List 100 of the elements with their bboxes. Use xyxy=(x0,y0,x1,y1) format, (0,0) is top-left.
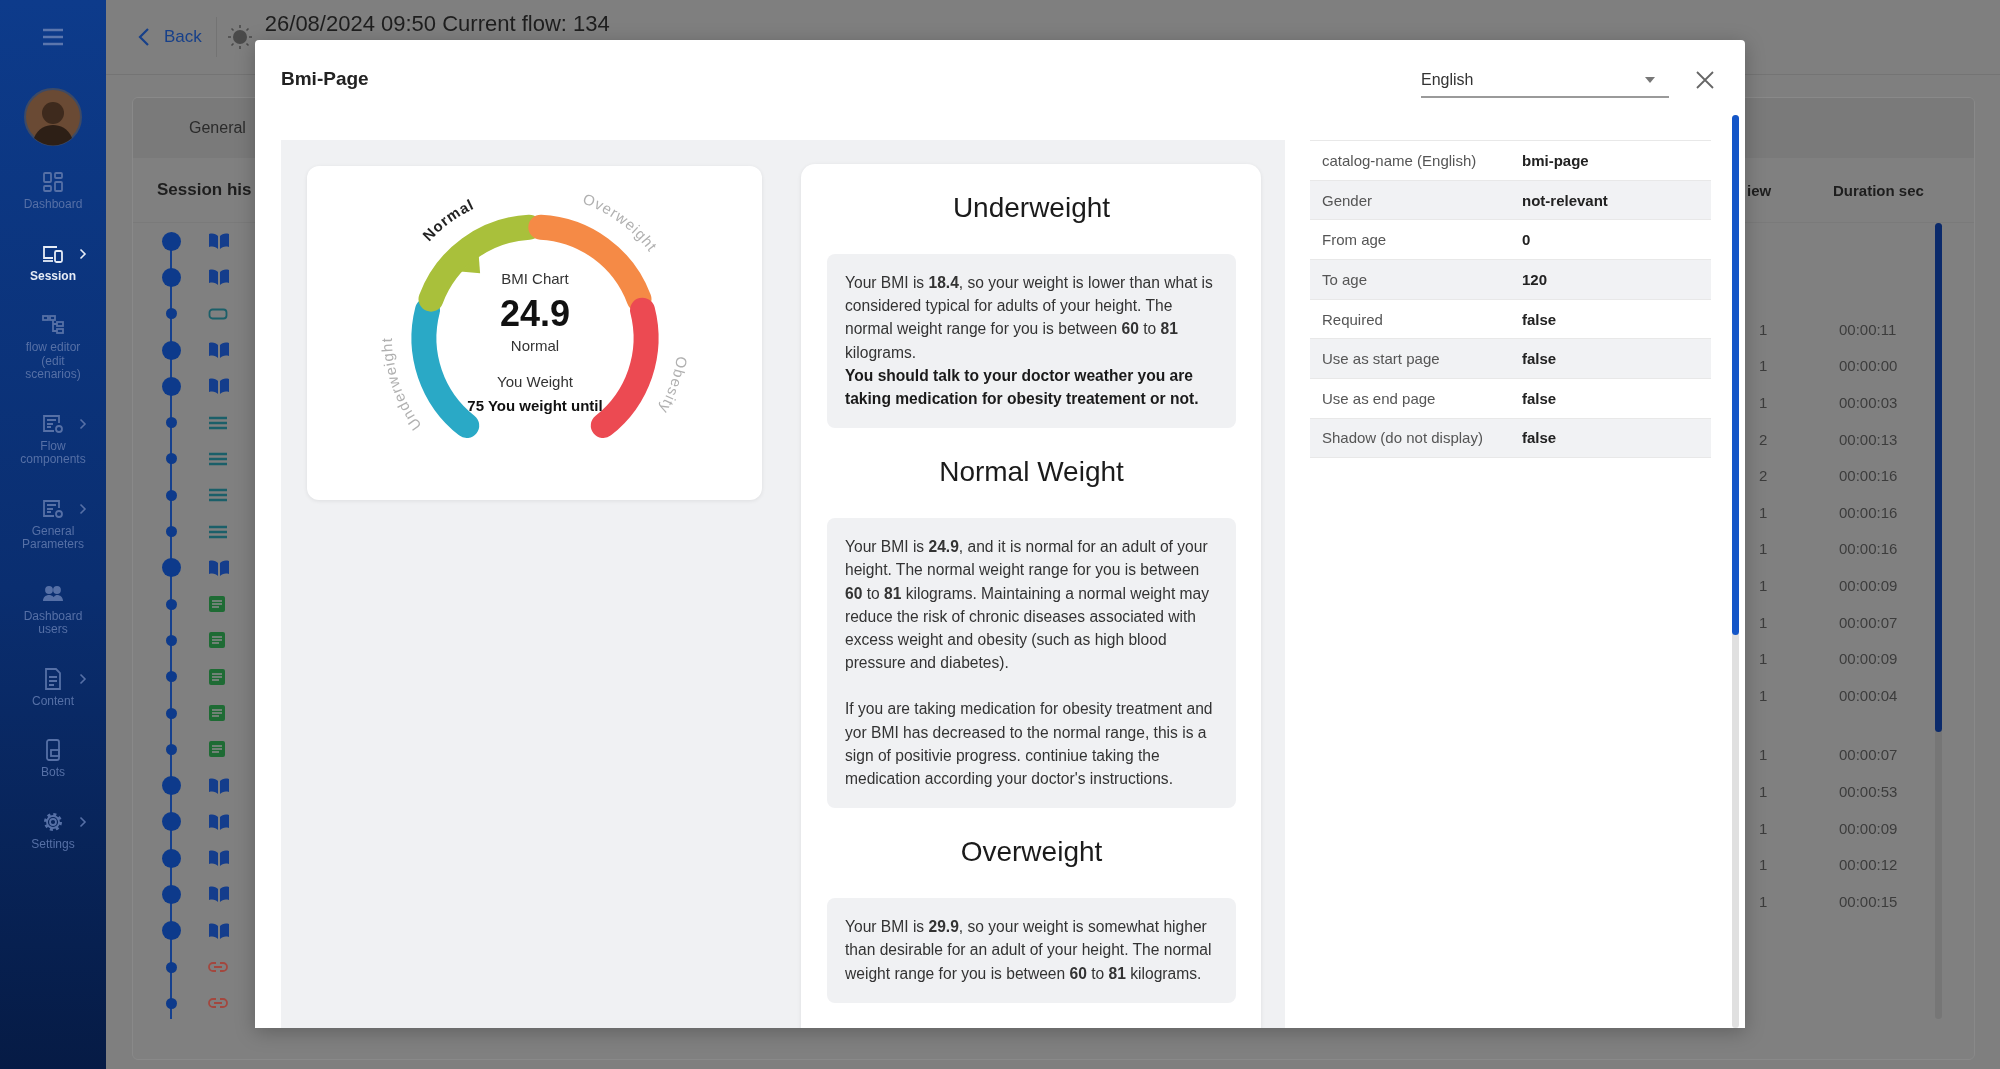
property-label: Gender xyxy=(1321,191,1374,209)
table-cell-text: 00:00:09 xyxy=(1838,650,1899,668)
table-cell-text: 00:00:09 xyxy=(1838,819,1899,837)
column-header: Duration sec xyxy=(1833,181,1925,199)
back-button[interactable]: Back xyxy=(138,27,202,47)
property-value: 0 xyxy=(1522,231,1531,249)
list-icon xyxy=(208,488,228,503)
table-cell-text: 1 xyxy=(1758,357,1769,375)
sidebar-item[interactable]: Session xyxy=(3,231,103,293)
section-heading: Normal Weight xyxy=(938,455,1125,490)
table-cell-text: 00:00:11 xyxy=(1838,320,1898,338)
property-label: Shadow (do not display) xyxy=(1321,429,1484,447)
paragraph: Your BMI is 29.9, so your weight is somewhat higher than desirable for an adult of your height. The normal weight range for you is between 60 to 81 kilograms. xyxy=(845,917,1213,984)
table-cell-text: 00:00:07 xyxy=(1838,613,1899,631)
section-heading: Underweight xyxy=(951,191,1112,225)
list-icon xyxy=(208,451,228,466)
chart-title: BMI Chart xyxy=(501,270,569,287)
table-cell-text: 1 xyxy=(1758,819,1769,837)
general-tab[interactable]: General xyxy=(179,111,256,145)
table-cell-text: 00:00:03 xyxy=(1838,394,1899,411)
book-icon xyxy=(208,921,230,940)
book-icon xyxy=(208,776,230,795)
menu-icon[interactable] xyxy=(41,27,65,47)
paragraph: You should talk to your doctor weather you are taking medication for obesity treatement or not. xyxy=(845,365,1200,409)
scrollbar[interactable] xyxy=(1732,115,1739,1028)
property-value: false xyxy=(1522,310,1557,328)
caret-icon xyxy=(1645,77,1655,83)
property-value: not-relevant xyxy=(1522,191,1608,209)
avatar[interactable] xyxy=(24,88,82,146)
table-cell-text: 1 xyxy=(1758,782,1769,800)
weight-label: You Weight xyxy=(497,373,573,390)
table-cell-text: 1 xyxy=(1758,686,1769,704)
paragraph: If you are taking medication for obesity treatment and yor BMI has decreased to the normal range, this is a sign of positivie progress. continiue taking the medication according your doctor's instructions. xyxy=(845,699,1214,790)
sidebar-item[interactable]: Flow components xyxy=(3,401,103,477)
document-icon xyxy=(208,667,226,686)
table-cell-text: 00:00:15 xyxy=(1838,892,1899,910)
document-icon xyxy=(208,740,226,759)
table-cell-text: 00:00:00 xyxy=(1838,357,1899,375)
paragraph: Your BMI is 18.4, so your weight is lower than what is considered typical for adults of your height. The normal weight range for you is between 60 to 81 kilograms. xyxy=(845,273,1214,363)
property-label: catalog-name (English) xyxy=(1321,151,1478,169)
book-icon xyxy=(208,341,230,360)
table-cell-text: 1 xyxy=(1758,613,1769,631)
document-icon xyxy=(208,595,226,614)
sidebar-item[interactable]: Dashboard users xyxy=(3,571,103,647)
property-value: bmi-page xyxy=(1522,151,1589,169)
property-label: Use as end page xyxy=(1321,389,1437,407)
sidebar-item[interactable]: Settings xyxy=(3,799,103,861)
book-icon xyxy=(208,849,230,868)
book-icon xyxy=(208,812,230,831)
property-label: Required xyxy=(1321,310,1384,328)
table-cell-text: 1 xyxy=(1758,856,1769,874)
document-icon xyxy=(208,631,226,650)
list-icon xyxy=(208,415,228,430)
table-cell-text: 1 xyxy=(1758,892,1769,910)
book-icon xyxy=(208,232,230,251)
paragraph: Your BMI is 24.9, and it is normal for an adult of your height. The normal weight range for you is between 60 to 81 kilograms. Maintaining a normal weight may reduce the risk of chronic diseases associated with excess weight and obesity (such as high blood pressure and diabetes). xyxy=(845,537,1211,674)
table-cell-text: 1 xyxy=(1758,540,1769,558)
table-cell-text: 1 xyxy=(1758,576,1769,594)
table-cell-text: 00:00:53 xyxy=(1838,782,1899,800)
property-label: Use as start page xyxy=(1321,350,1441,368)
link-icon xyxy=(208,997,228,1010)
sidebar-item[interactable]: Content xyxy=(3,656,103,718)
column-header: iew xyxy=(1747,181,1773,199)
bmi-value: 24.9 xyxy=(499,293,571,334)
table-cell-text: 1 xyxy=(1758,394,1769,411)
property-value: 120 xyxy=(1522,270,1548,288)
property-value: false xyxy=(1522,429,1557,447)
hierarchy-icon xyxy=(41,313,65,337)
table-cell-text: 00:00:04 xyxy=(1838,686,1899,704)
table-cell-text: 00:00:09 xyxy=(1838,576,1899,594)
rectangle-icon xyxy=(208,307,228,320)
table-cell-text: 00:00:16 xyxy=(1838,467,1899,485)
sidebar-item[interactable]: Bots xyxy=(3,728,103,790)
table-cell-text: 00:00:13 xyxy=(1838,430,1899,448)
table-cell-text: 1 xyxy=(1758,746,1769,764)
sidebar-item[interactable]: General Parameters xyxy=(3,486,103,562)
table-cell-text: 00:00:16 xyxy=(1838,540,1899,558)
property-value: false xyxy=(1522,389,1557,407)
sidebar-item[interactable]: Dashboard xyxy=(3,160,103,222)
table-cell-text: 00:00:12 xyxy=(1838,856,1899,874)
property-label: To age xyxy=(1321,270,1369,288)
session-title: 26/08/2024 09:50 Current flow: 134 xyxy=(264,11,610,37)
section-heading: Overweight xyxy=(959,835,1104,870)
book-icon xyxy=(208,885,230,904)
property-value: false xyxy=(1522,350,1557,368)
document-icon xyxy=(208,704,226,722)
language-select[interactable]: English xyxy=(1421,64,1669,98)
sidebar-item[interactable]: flow editor (edit scenarios) xyxy=(3,303,103,392)
scrollbar[interactable] xyxy=(1935,223,1942,1019)
list-icon xyxy=(208,524,228,539)
back-icon xyxy=(138,27,150,47)
table-cell-text: 1 xyxy=(1758,650,1769,668)
property-label: From age xyxy=(1321,231,1388,249)
close-button[interactable] xyxy=(1695,70,1715,90)
table-cell-text: 00:00:16 xyxy=(1838,503,1899,521)
link-icon xyxy=(208,961,228,974)
book-icon xyxy=(208,377,230,396)
grid-icon xyxy=(41,170,65,194)
bmi-category: Normal xyxy=(510,337,560,354)
table-cell-text: 00:00:07 xyxy=(1838,746,1899,764)
